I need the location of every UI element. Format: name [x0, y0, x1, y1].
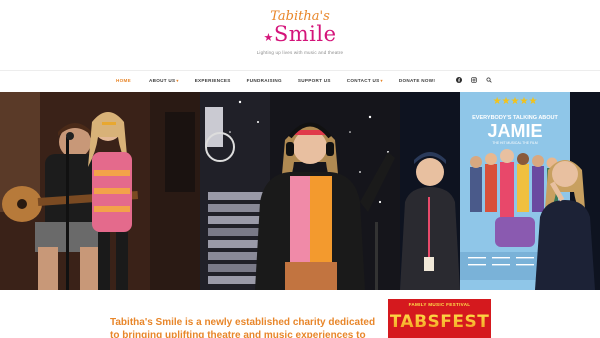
- poster-subtitle: THE HIT MUSICAL THE FILM: [492, 141, 538, 145]
- nav-item-fundraising[interactable]: FUNDRAISING: [247, 78, 282, 83]
- nav-item-experiences[interactable]: EXPERIENCES: [195, 78, 231, 83]
- site-logo[interactable]: Tabitha's ★Smile Lighting up lives with …: [0, 10, 600, 56]
- tabsfest-title-text: TABSFEST: [389, 312, 490, 332]
- photo-jamie-poster: ★★★★★ EVERYBODY'S TALKING ABOUT JAMIE TH…: [400, 92, 600, 290]
- nav-item-home[interactable]: HOME: [116, 78, 131, 83]
- poster-stars: ★★★★★: [493, 96, 538, 107]
- nav-item-contact-us[interactable]: CONTACT US▾: [347, 78, 383, 83]
- intro-line: to bringing uplifting theatre and music …: [110, 330, 366, 338]
- tabsfest-subtitle: FAMILY MUSIC FESTIVAL: [408, 302, 471, 307]
- poster-title-big: JAMIE: [487, 121, 542, 141]
- nav-item-label: ABOUT US: [148, 78, 176, 83]
- jamie-poster-image: ★★★★★ EVERYBODY'S TALKING ABOUT JAMIE TH…: [400, 92, 600, 290]
- chevron-down-icon: ▾: [380, 78, 383, 83]
- main-nav: HOME ABOUT US▾ EXPERIENCES FUNDRAISING S…: [0, 70, 600, 92]
- star-icon: ★: [263, 31, 274, 44]
- facebook-icon[interactable]: [456, 77, 462, 83]
- intro-text: Tabitha's Smile is a newly established c…: [110, 316, 380, 338]
- tabsfest-title: TABSFEST: [388, 312, 491, 332]
- search-icon[interactable]: [486, 77, 492, 83]
- nav-item-support-us[interactable]: SUPPORT US: [298, 78, 331, 83]
- instagram-icon[interactable]: [471, 77, 477, 83]
- nav-item-about-us[interactable]: ABOUT US▾: [149, 78, 179, 83]
- musicians-image: [0, 92, 200, 290]
- photo-musicians: [0, 92, 200, 290]
- studio-image: [200, 92, 400, 290]
- hero-photo-strip: ★★★★★ EVERYBODY'S TALKING ABOUT JAMIE TH…: [0, 92, 600, 290]
- logo-tagline: Lighting up lives with music and theatre: [256, 50, 344, 55]
- chevron-down-icon: ▾: [176, 78, 179, 83]
- logo-main-text: ★Smile: [263, 22, 337, 46]
- tabsfest-badge[interactable]: FAMILY MUSIC FESTIVAL TABSFEST: [388, 299, 491, 338]
- intro-line: Tabitha's Smile is a newly established c…: [110, 317, 376, 328]
- nav-item-donate-now[interactable]: DONATE NOW!: [399, 78, 435, 83]
- nav-item-label: CONTACT US: [346, 78, 380, 83]
- photo-studio: [200, 92, 400, 290]
